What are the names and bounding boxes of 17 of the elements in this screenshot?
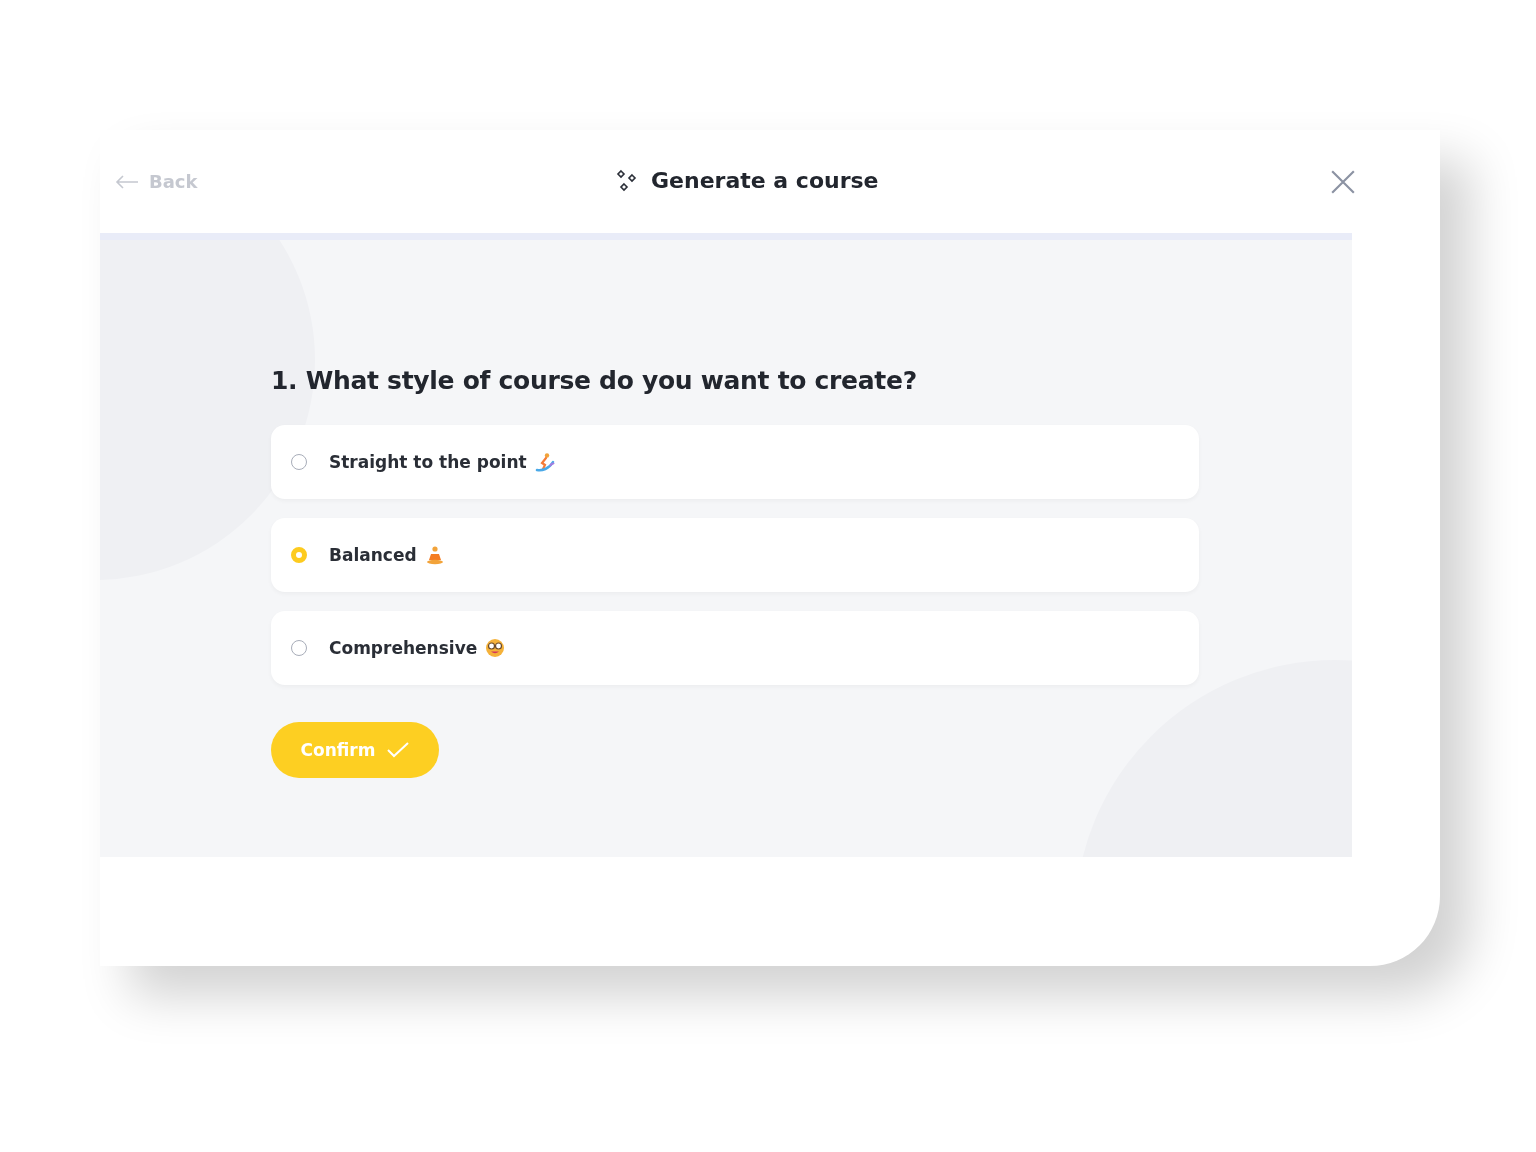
glasses-face-icon bbox=[485, 638, 506, 658]
sparkles-icon bbox=[615, 168, 639, 193]
surfer-icon bbox=[534, 452, 555, 472]
option-label: Balanced bbox=[329, 545, 417, 565]
option-card[interactable]: Comprehensive bbox=[271, 611, 1199, 685]
dialog-title: Generate a course bbox=[651, 168, 879, 193]
option-card[interactable]: Straight to the point bbox=[271, 425, 1199, 499]
question-heading: 1. What style of course do you want to create? bbox=[271, 366, 918, 395]
check-icon bbox=[387, 742, 410, 758]
meditating-figure-icon bbox=[424, 545, 445, 565]
option-card[interactable]: Balanced bbox=[271, 518, 1199, 592]
close-icon bbox=[1330, 168, 1356, 195]
option-label: Comprehensive bbox=[329, 638, 478, 658]
option-label: Straight to the point bbox=[329, 452, 527, 472]
radio-button[interactable] bbox=[291, 547, 307, 563]
back-arrow-icon bbox=[115, 173, 139, 190]
close-button[interactable] bbox=[1330, 168, 1356, 195]
